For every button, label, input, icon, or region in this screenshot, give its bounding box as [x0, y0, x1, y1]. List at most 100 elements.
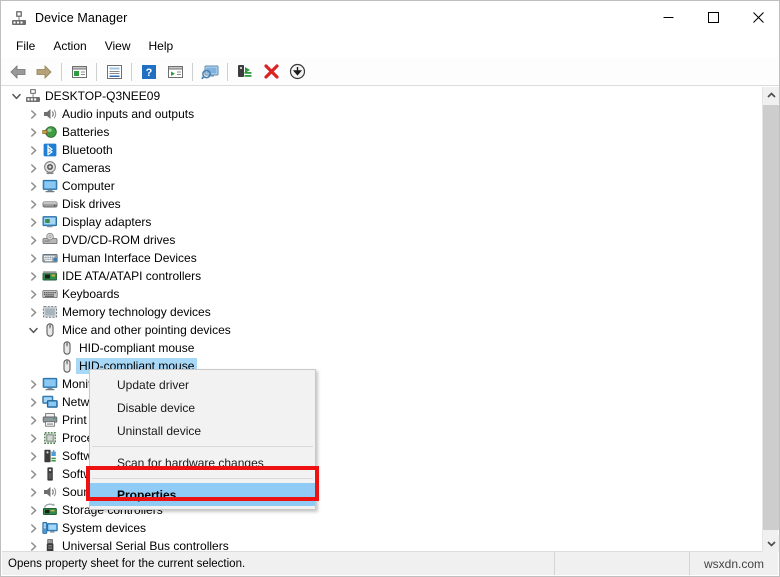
- chevron-right-icon[interactable]: [25, 379, 41, 389]
- device-manager-window: Device Manager File Action View Help ? D…: [0, 0, 780, 577]
- chevron-right-icon[interactable]: [25, 523, 41, 533]
- tree-item-label: HID-compliant mouse: [79, 341, 195, 355]
- processor-icon: [41, 430, 59, 446]
- tree-item-label: Memory technology devices: [62, 305, 211, 319]
- chevron-right-icon[interactable]: [25, 181, 41, 191]
- chevron-right-icon[interactable]: [25, 433, 41, 443]
- menu-file[interactable]: File: [7, 36, 44, 56]
- tree-item[interactable]: Bluetooth: [2, 141, 764, 159]
- chevron-down-icon[interactable]: [25, 326, 41, 335]
- tree-item[interactable]: Cameras: [2, 159, 764, 177]
- tree-item[interactable]: HID-compliant mouse: [2, 339, 764, 357]
- properties-icon[interactable]: [101, 60, 127, 84]
- scroll-up-button[interactable]: [763, 87, 779, 104]
- back-icon[interactable]: [5, 60, 31, 84]
- tree-item[interactable]: Audio inputs and outputs: [2, 105, 764, 123]
- update-driver-icon[interactable]: [232, 60, 258, 84]
- printer-icon: [41, 412, 59, 428]
- chevron-right-icon[interactable]: [25, 109, 41, 119]
- chevron-right-icon[interactable]: [25, 541, 41, 551]
- chevron-right-icon[interactable]: [25, 469, 41, 479]
- context-menu-item[interactable]: Scan for hardware changes: [90, 451, 315, 474]
- status-pane-secondary: [555, 552, 690, 575]
- tree-item-label: IDE ATA/ATAPI controllers: [62, 269, 202, 283]
- status-message: Opens property sheet for the current sel…: [2, 552, 555, 575]
- context-menu-item[interactable]: Properties: [90, 483, 315, 506]
- forward-icon[interactable]: [31, 60, 57, 84]
- menu-action[interactable]: Action: [44, 36, 95, 56]
- action-menu-icon[interactable]: [162, 60, 188, 84]
- help-icon[interactable]: ?: [136, 60, 162, 84]
- tree-item[interactable]: Human Interface Devices: [2, 249, 764, 267]
- chevron-right-icon[interactable]: [25, 289, 41, 299]
- tree-item-label: DESKTOP-Q3NEE09: [45, 89, 161, 103]
- tree-item-label: Human Interface Devices: [62, 251, 197, 265]
- chevron-right-icon[interactable]: [25, 145, 41, 155]
- tree-item-label: Display adapters: [62, 215, 152, 229]
- hid-icon: [41, 250, 59, 266]
- chevron-right-icon[interactable]: [25, 451, 41, 461]
- tree-item[interactable]: IDE ATA/ATAPI controllers: [2, 267, 764, 285]
- context-menu-item[interactable]: Uninstall device: [90, 419, 315, 442]
- tree-item[interactable]: Mice and other pointing devices: [2, 321, 764, 339]
- maximize-button[interactable]: [691, 1, 736, 34]
- tree-item-label: DVD/CD-ROM drives: [62, 233, 176, 247]
- chevron-right-icon[interactable]: [25, 415, 41, 425]
- uninstall-device-icon[interactable]: [258, 60, 284, 84]
- tree-item[interactable]: DVD/CD-ROM drives: [2, 231, 764, 249]
- tree-item[interactable]: Keyboards: [2, 285, 764, 303]
- chevron-right-icon[interactable]: [25, 271, 41, 281]
- chevron-right-icon[interactable]: [25, 199, 41, 209]
- memory-icon: [41, 304, 59, 320]
- context-menu[interactable]: Update driver Disable device Uninstall dev…: [89, 369, 316, 510]
- minimize-button[interactable]: [646, 1, 691, 34]
- tree-item-label: Audio inputs and outputs: [62, 107, 195, 121]
- ide-controller-icon: [41, 268, 59, 284]
- chevron-right-icon[interactable]: [25, 253, 41, 263]
- tree-item-label: Disk drives: [62, 197, 121, 211]
- tree-item[interactable]: System devices: [2, 519, 764, 537]
- storage-controller-icon: [41, 502, 59, 518]
- chevron-right-icon[interactable]: [25, 127, 41, 137]
- close-button[interactable]: [736, 1, 779, 34]
- chevron-right-icon[interactable]: [25, 307, 41, 317]
- chevron-right-icon[interactable]: [25, 163, 41, 173]
- usb-icon: [41, 538, 59, 552]
- menu-view[interactable]: View: [96, 36, 140, 56]
- scroll-down-button[interactable]: [763, 535, 779, 552]
- tree-item-label: Cameras: [62, 161, 111, 175]
- mouse-icon: [58, 358, 76, 374]
- tree-item[interactable]: Disk drives: [2, 195, 764, 213]
- status-bar: Opens property sheet for the current sel…: [2, 551, 778, 575]
- context-menu-item[interactable]: Disable device: [90, 396, 315, 419]
- chevron-right-icon[interactable]: [25, 505, 41, 515]
- context-menu-item[interactable]: Update driver: [90, 373, 315, 396]
- tree-item[interactable]: Display adapters: [2, 213, 764, 231]
- network-adapter-icon: [41, 394, 59, 410]
- battery-icon: [41, 124, 59, 140]
- tree-item[interactable]: Batteries: [2, 123, 764, 141]
- chevron-right-icon[interactable]: [25, 235, 41, 245]
- menu-help[interactable]: Help: [140, 36, 183, 56]
- tree-item[interactable]: Computer: [2, 177, 764, 195]
- computer-root-icon: [24, 88, 42, 104]
- vertical-scrollbar[interactable]: [762, 87, 779, 552]
- show-hide-console-tree-icon[interactable]: [66, 60, 92, 84]
- chevron-right-icon[interactable]: [25, 397, 41, 407]
- toolbar-separator: [227, 62, 228, 81]
- scrollbar-thumb[interactable]: [763, 105, 779, 530]
- tree-item-label: Bluetooth: [62, 143, 113, 157]
- software-component-icon: [41, 448, 59, 464]
- toolbar: ?: [1, 58, 779, 86]
- tree-item[interactable]: Universal Serial Bus controllers: [2, 537, 764, 552]
- window-controls: [646, 1, 779, 34]
- dvd-drive-icon: [41, 232, 59, 248]
- chevron-right-icon[interactable]: [25, 487, 41, 497]
- disable-device-icon[interactable]: [284, 60, 310, 84]
- chevron-down-icon[interactable]: [8, 92, 24, 101]
- scan-display-icon[interactable]: [197, 60, 223, 84]
- tree-item[interactable]: Memory technology devices: [2, 303, 764, 321]
- tree-item[interactable]: DESKTOP-Q3NEE09: [2, 87, 764, 105]
- chevron-right-icon[interactable]: [25, 217, 41, 227]
- menu-bar: File Action View Help: [1, 34, 779, 58]
